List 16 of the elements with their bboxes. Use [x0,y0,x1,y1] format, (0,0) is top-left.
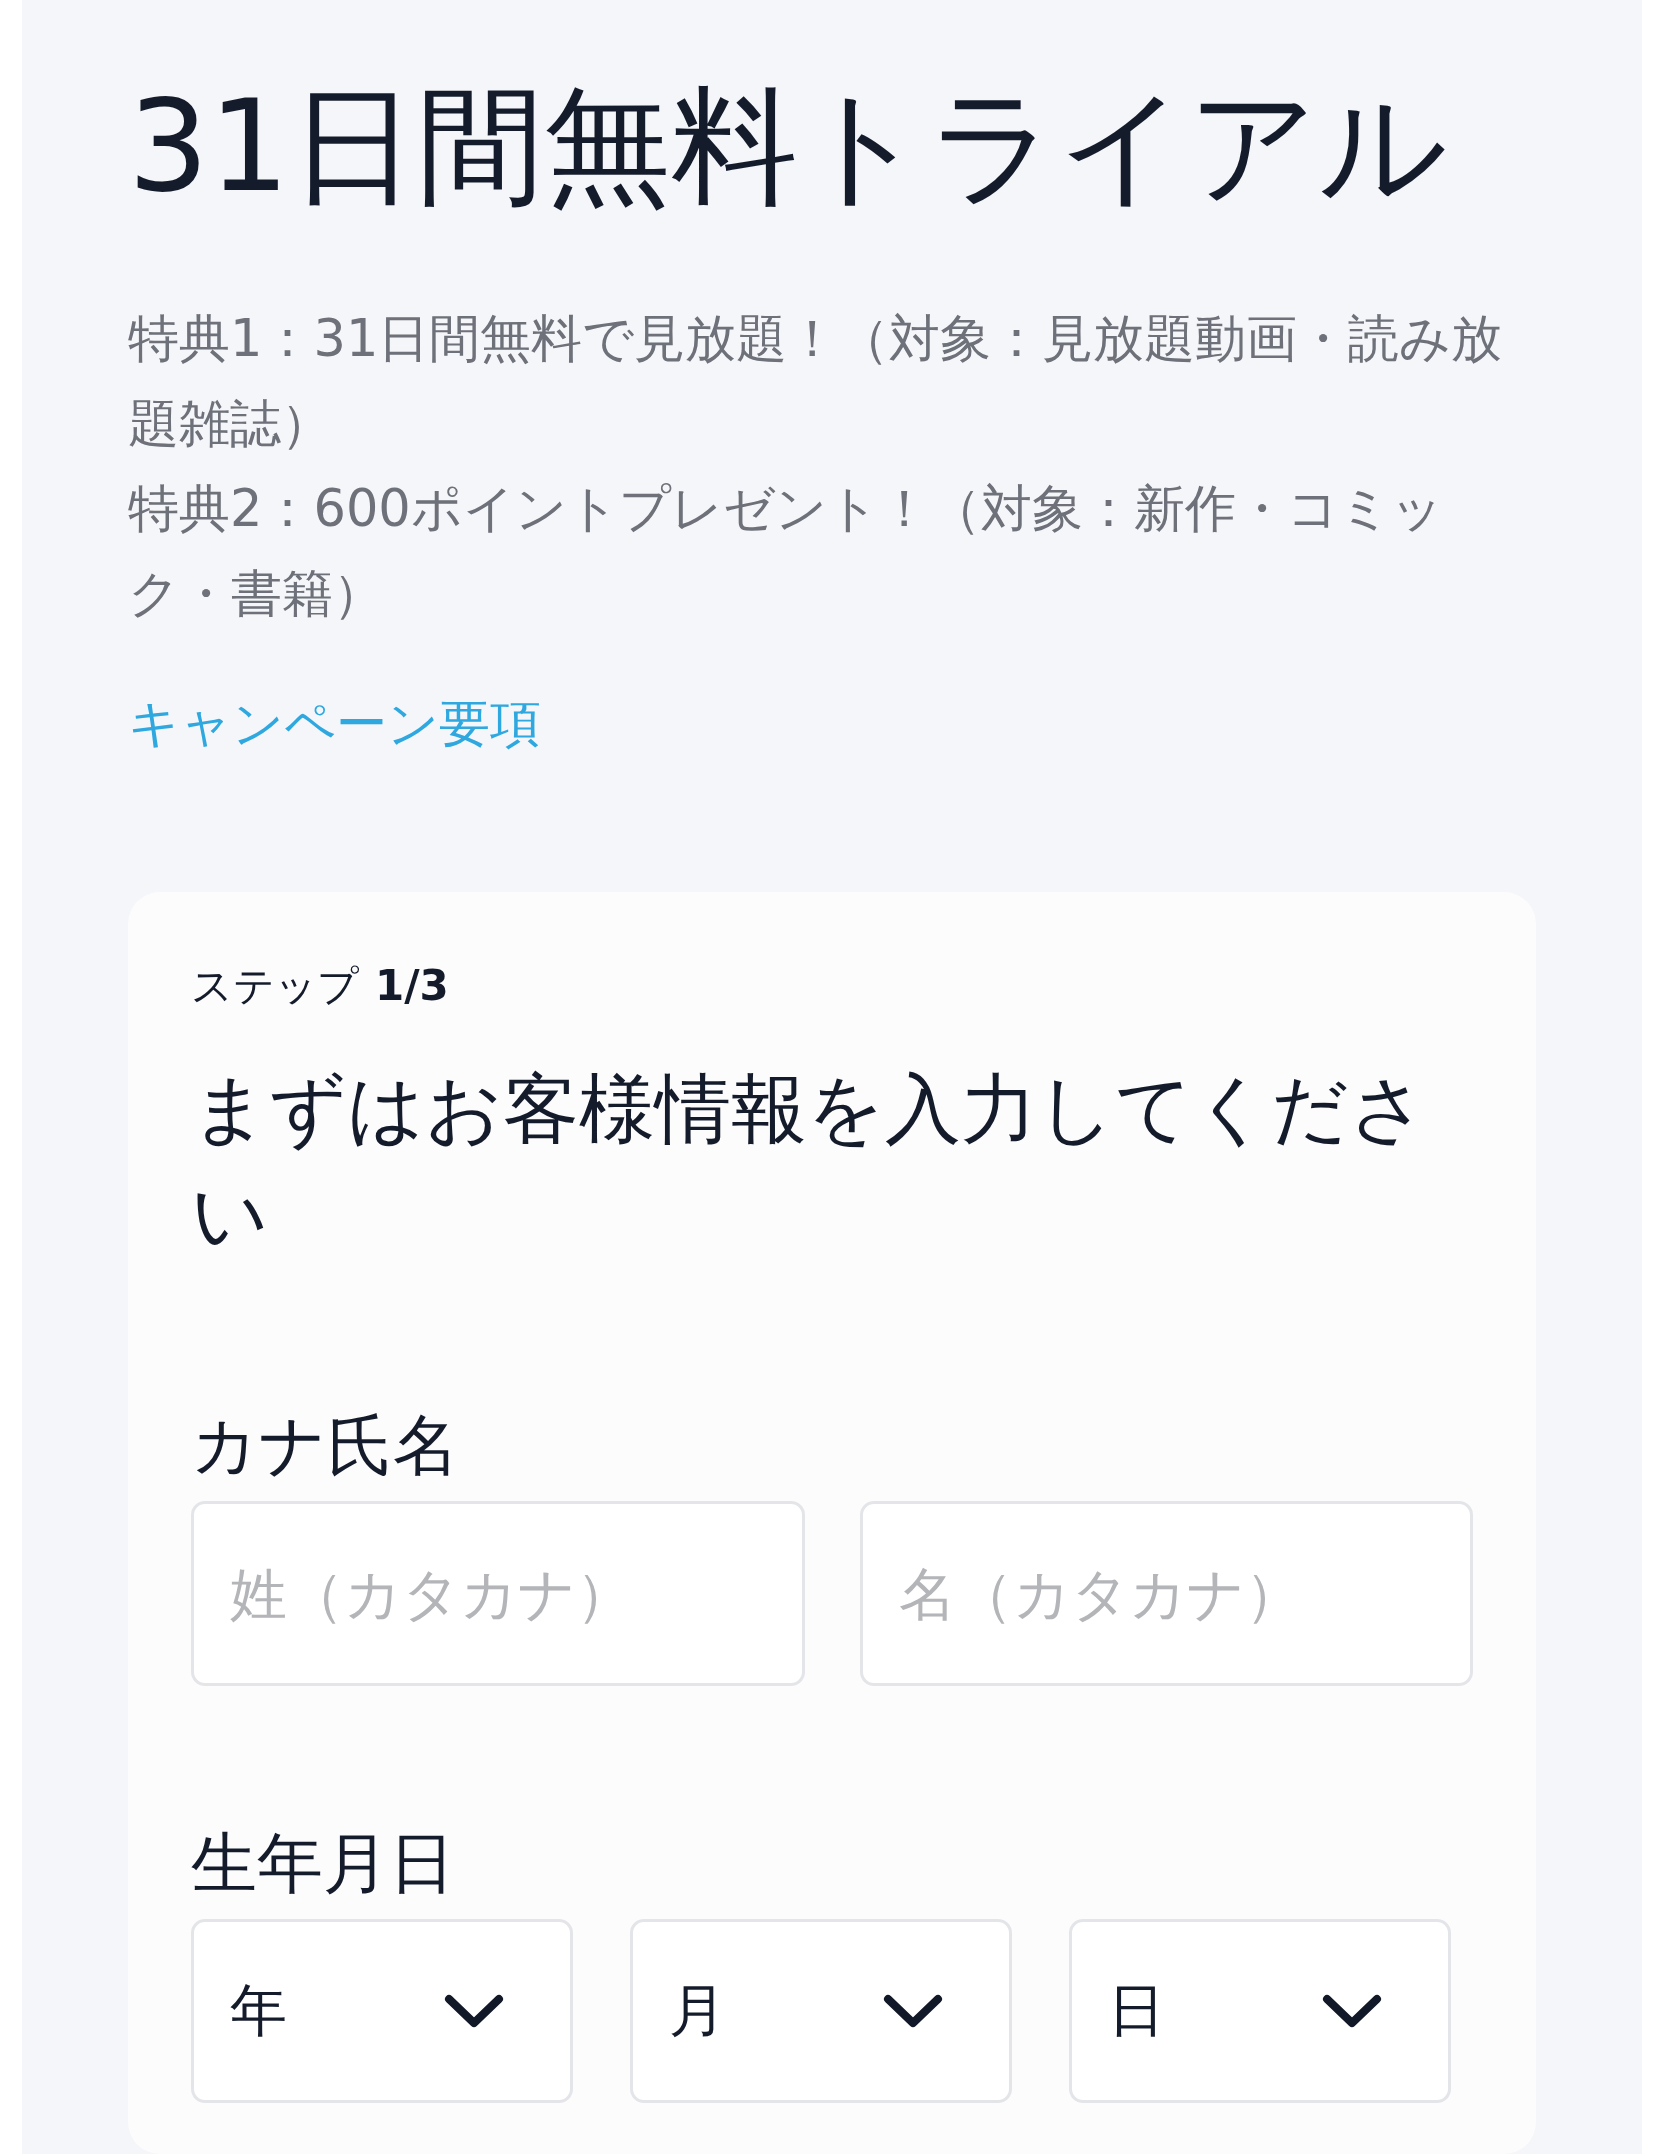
chevron-down-icon [1322,1994,1382,2028]
dropdown[interactable]: 月 [630,1919,1012,2103]
field-label: カナ氏名 [191,1406,460,1486]
step-label: ステップ [191,961,359,1011]
page-title: 31日間無料トライアル [128,71,1449,221]
chevron-down-icon [883,1994,943,2028]
benefit-text: 特典2：600ポイントプレゼント！（対象：新作・コミック・書籍） [128,478,1444,625]
benefit-text: 特典1：31日間無料で見放題！（対象：見放題動画・読み放題雑誌） [128,308,1504,455]
form-heading: まずはお客様情報を入力してください [191,1063,1428,1261]
field-label: 生年月日 [191,1824,456,1904]
text-field[interactable]: 名（カタカナ） [859,1501,1473,1686]
dropdown[interactable]: 年 [191,1919,573,2103]
dropdown[interactable]: 日 [1069,1919,1451,2103]
step-number: 1/3 [375,961,449,1011]
chevron-down-icon [444,1994,504,2028]
text-field[interactable]: 姓（カタカナ） [191,1501,805,1686]
